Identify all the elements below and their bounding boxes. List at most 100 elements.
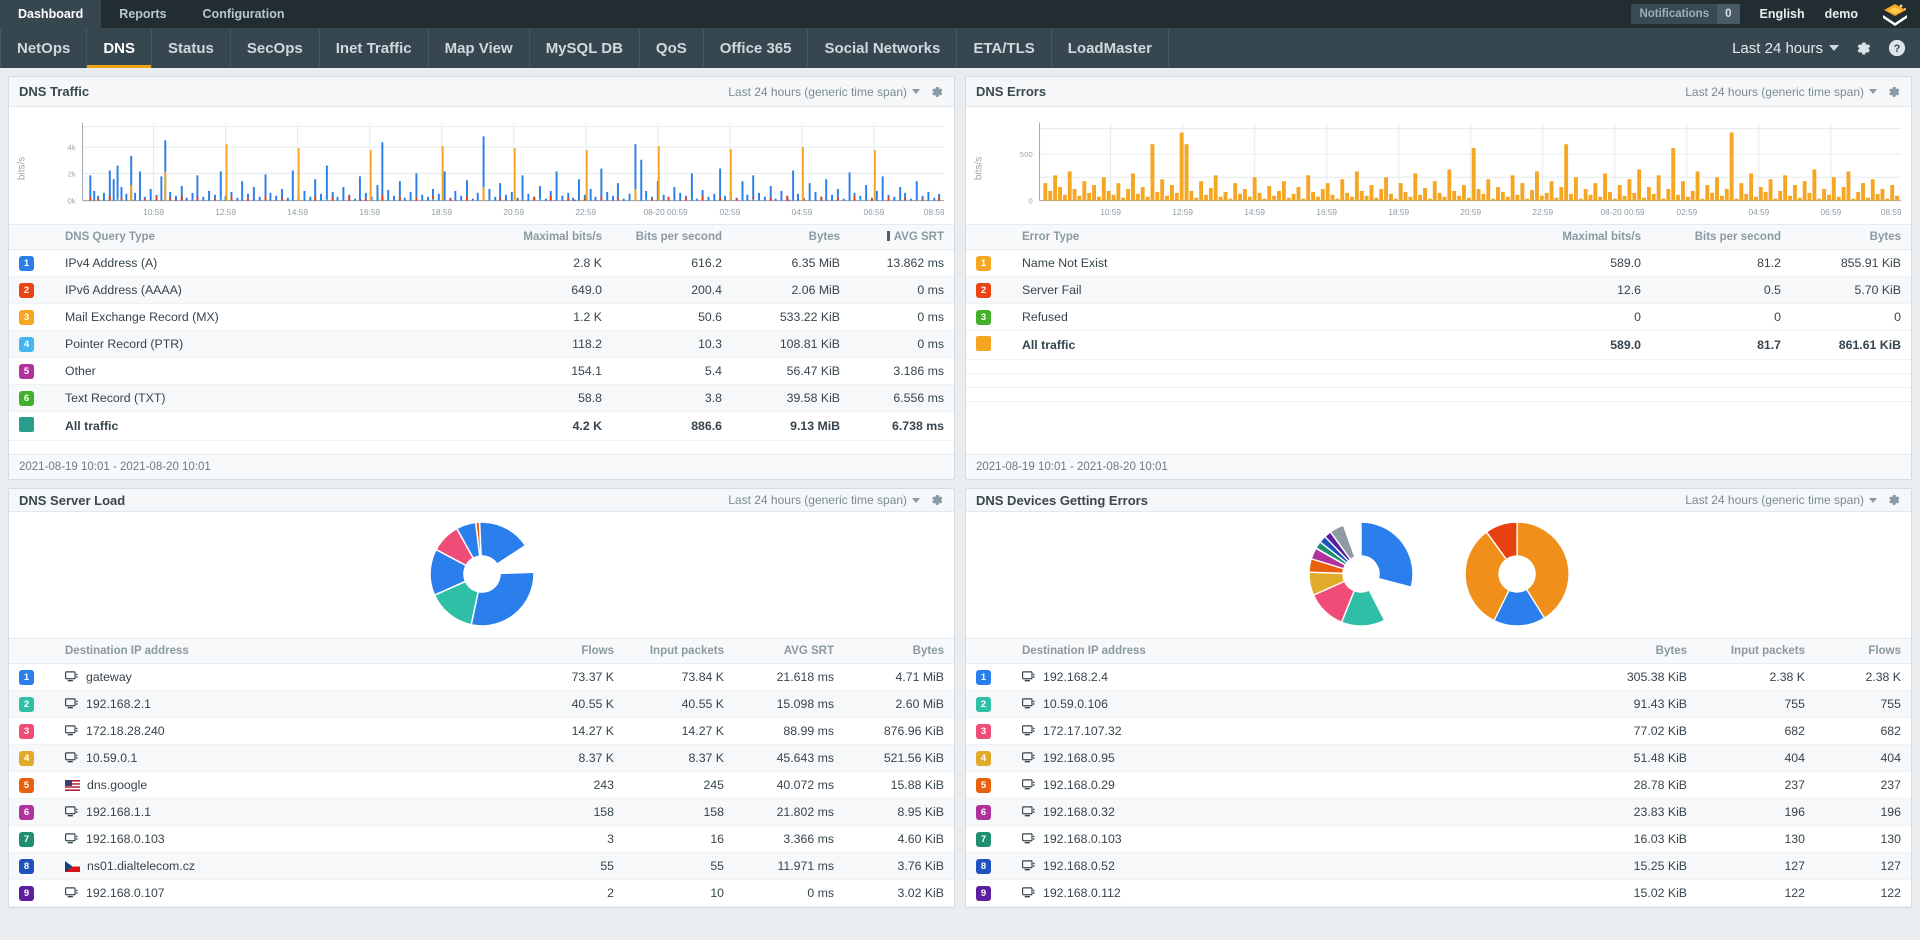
panel-timespan-selector[interactable]: Last 24 hours (generic time span) <box>1685 85 1877 99</box>
tab-inet-traffic[interactable]: Inet Traffic <box>320 28 429 68</box>
table-row[interactable]: 5 192.168.0.29 28.78 KiB 237 237 <box>966 772 1911 799</box>
table-row[interactable]: 8 192.168.0.52 15.25 KiB 127 127 <box>966 853 1911 880</box>
col-rank[interactable] <box>966 225 1012 250</box>
tab-loadmaster[interactable]: LoadMaster <box>1052 28 1169 68</box>
table-row[interactable]: 7 192.168.0.103 3 16 3.366 ms 4.60 KiB <box>9 826 954 853</box>
table-row[interactable]: 1 IPv4 Address (A) 2.8 K 616.2 6.35 MiB … <box>9 250 954 277</box>
table-row[interactable]: 9 192.168.0.107 2 10 0 ms 3.02 KiB <box>9 880 954 907</box>
gear-icon[interactable] <box>930 85 944 99</box>
table-row[interactable]: 2 IPv6 Address (AAAA) 649.0 200.4 2.06 M… <box>9 277 954 304</box>
col-input-packets[interactable]: Input packets <box>624 639 734 664</box>
rank-cell: 8 <box>9 853 55 880</box>
svg-text:20:59: 20:59 <box>1460 208 1481 217</box>
tab-status[interactable]: Status <box>152 28 231 68</box>
table-row[interactable]: 2 Server Fail 12.6 0.5 5.70 KiB <box>966 277 1911 304</box>
dns-traffic-chart[interactable]: bits/s <box>9 107 954 224</box>
table-row[interactable]: 1 gateway 73.37 K 73.84 K 21.618 ms 4.71… <box>9 664 954 691</box>
table-row[interactable]: 2 10.59.0.106 91.43 KiB 755 755 <box>966 691 1911 718</box>
col-bytes[interactable]: Bytes <box>844 639 954 664</box>
col-rank[interactable] <box>966 639 1012 664</box>
table-total-row[interactable]: All traffic 589.0 81.7 861.61 KiB <box>966 331 1911 360</box>
table-row[interactable]: 6 192.168.0.32 23.83 KiB 196 196 <box>966 799 1911 826</box>
col-query-type[interactable]: DNS Query Type <box>55 225 504 250</box>
total-bytes-cell: 9.13 MiB <box>732 412 850 441</box>
col-input-packets[interactable]: Input packets <box>1697 639 1815 664</box>
help-icon[interactable]: ? <box>1888 39 1906 57</box>
panel-timespan-selector[interactable]: Last 24 hours (generic time span) <box>728 493 920 507</box>
gear-icon[interactable] <box>930 493 944 507</box>
destination-label: 172.17.107.32 <box>1043 724 1122 738</box>
table-row[interactable]: 3 Refused 0 0 0 <box>966 304 1911 331</box>
col-avg-srt[interactable]: AVG SRT <box>850 225 954 250</box>
rank-cell: 6 <box>9 799 55 826</box>
panel-timespan-selector[interactable]: Last 24 hours (generic time span) <box>1685 493 1877 507</box>
gear-icon[interactable] <box>1855 40 1872 57</box>
gear-icon[interactable] <box>1887 493 1901 507</box>
table-row[interactable]: 7 192.168.0.103 16.03 KiB 130 130 <box>966 826 1911 853</box>
dns-errors-chart[interactable]: bits/s <box>966 107 1911 224</box>
tab-map-view[interactable]: Map View <box>429 28 530 68</box>
col-bytes[interactable]: Bytes <box>1577 639 1697 664</box>
tab-dns[interactable]: DNS <box>87 28 152 68</box>
col-bits-per-second[interactable]: Bits per second <box>1651 225 1791 250</box>
table-row[interactable]: 3 Mail Exchange Record (MX) 1.2 K 50.6 5… <box>9 304 954 331</box>
col-flows[interactable]: Flows <box>528 639 624 664</box>
col-bytes[interactable]: Bytes <box>1791 225 1911 250</box>
flowmon-logo-icon[interactable] <box>1880 2 1910 26</box>
table-row[interactable]: 5 Other 154.1 5.4 56.47 KiB 3.186 ms <box>9 358 954 385</box>
timespan-selector[interactable]: Last 24 hours <box>1732 40 1839 57</box>
table-row[interactable]: 9 192.168.0.112 15.02 KiB 122 122 <box>966 880 1911 907</box>
dns-server-load-donut[interactable] <box>9 512 954 638</box>
dns-devices-errors-donuts[interactable] <box>966 512 1911 638</box>
table-row[interactable]: 3 172.17.107.32 77.02 KiB 682 682 <box>966 718 1911 745</box>
table-row[interactable]: 1 192.168.2.4 305.38 KiB 2.38 K 2.38 K <box>966 664 1911 691</box>
col-maximal-bits[interactable]: Maximal bits/s <box>504 225 612 250</box>
gear-icon[interactable] <box>1887 85 1901 99</box>
topnav-item-reports[interactable]: Reports <box>101 0 184 28</box>
table-row[interactable]: 3 172.18.28.240 14.27 K 14.27 K 88.99 ms… <box>9 718 954 745</box>
table-row[interactable]: 6 192.168.1.1 158 158 21.802 ms 8.95 KiB <box>9 799 954 826</box>
notifications-button[interactable]: Notifications 0 <box>1631 4 1739 24</box>
table-row[interactable]: 4 10.59.0.1 8.37 K 8.37 K 45.643 ms 521.… <box>9 745 954 772</box>
col-maximal-bits[interactable]: Maximal bits/s <box>1511 225 1651 250</box>
table-row[interactable]: 5 dns.google 243 245 40.072 ms 15.88 KiB <box>9 772 954 799</box>
tab-mysql-db[interactable]: MySQL DB <box>530 28 640 68</box>
input-packets-cell: 2.38 K <box>1697 664 1815 691</box>
svg-text:12:59: 12:59 <box>1172 208 1193 217</box>
panel-timespan-selector[interactable]: Last 24 hours (generic time span) <box>728 85 920 99</box>
topnav-item-dashboard[interactable]: Dashboard <box>0 0 101 28</box>
col-error-type[interactable]: Error Type <box>1012 225 1511 250</box>
col-flows[interactable]: Flows <box>1815 639 1911 664</box>
rank-cell: 2 <box>9 277 55 304</box>
maximal-bits-cell: 118.2 <box>504 331 612 358</box>
table-row[interactable]: 4 Pointer Record (PTR) 118.2 10.3 108.81… <box>9 331 954 358</box>
col-destination-ip[interactable]: Destination IP address <box>55 639 528 664</box>
device-icon <box>65 806 79 818</box>
avg-srt-cell: 6.556 ms <box>850 385 954 412</box>
table-row[interactable]: 6 Text Record (TXT) 58.8 3.8 39.58 KiB 6… <box>9 385 954 412</box>
col-avg-srt[interactable]: AVG SRT <box>734 639 844 664</box>
col-rank[interactable] <box>9 225 55 250</box>
destination-cell: 192.168.1.1 <box>55 799 528 826</box>
col-bits-per-second[interactable]: Bits per second <box>612 225 732 250</box>
table-row[interactable]: 8 ns01.dialtelecom.cz 55 55 11.971 ms 3.… <box>9 853 954 880</box>
user-menu[interactable]: demo <box>1825 7 1858 21</box>
topnav-item-configuration[interactable]: Configuration <box>185 0 303 28</box>
tab-social-networks[interactable]: Social Networks <box>808 28 957 68</box>
tab-eta-tls[interactable]: ETA/TLS <box>957 28 1051 68</box>
tab-office-365[interactable]: Office 365 <box>704 28 809 68</box>
rank-cell: 2 <box>966 691 1012 718</box>
avg-srt-cell: 45.643 ms <box>734 745 844 772</box>
table-row[interactable]: 4 192.168.0.95 51.48 KiB 404 404 <box>966 745 1911 772</box>
tab-netops[interactable]: NetOps <box>0 28 87 68</box>
col-bytes[interactable]: Bytes <box>732 225 850 250</box>
col-destination-ip[interactable]: Destination IP address <box>1012 639 1577 664</box>
tab-qos[interactable]: QoS <box>640 28 704 68</box>
language-selector[interactable]: English <box>1760 7 1805 21</box>
table-row[interactable]: 2 192.168.2.1 40.55 K 40.55 K 15.098 ms … <box>9 691 954 718</box>
table-row[interactable]: 1 Name Not Exist 589.0 81.2 855.91 KiB <box>966 250 1911 277</box>
col-rank[interactable] <box>9 639 55 664</box>
tab-secops[interactable]: SecOps <box>231 28 320 68</box>
table-total-row[interactable]: All traffic 4.2 K 886.6 9.13 MiB 6.738 m… <box>9 412 954 441</box>
flows-cell: 196 <box>1815 799 1911 826</box>
